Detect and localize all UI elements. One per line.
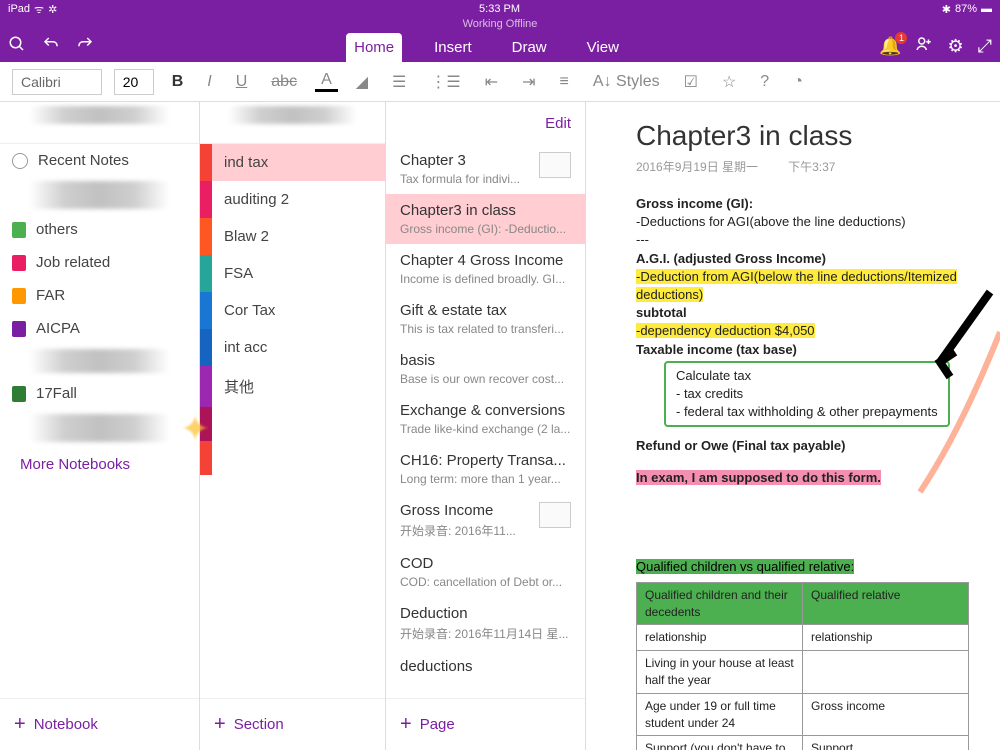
bluetooth-icon: ✱ bbox=[942, 3, 951, 16]
page-item[interactable]: Chapter 3Tax formula for indivi... bbox=[386, 144, 585, 194]
notebook-panel: Recent Notes othersJob relatedFARAICPA 17… bbox=[0, 102, 200, 750]
page-item[interactable]: basisBase is our own recover cost... bbox=[386, 344, 585, 394]
gear-icon[interactable]: ⚙ bbox=[947, 36, 963, 57]
bell-icon[interactable]: 🔔1 bbox=[879, 36, 901, 57]
notebook-item[interactable]: 17Fall bbox=[0, 377, 199, 410]
redo-icon[interactable] bbox=[76, 35, 94, 58]
add-page-button[interactable]: +Page bbox=[386, 698, 585, 750]
notif-badge: 1 bbox=[895, 32, 907, 44]
page-item[interactable]: CH16: Property Transa...Long term: more … bbox=[386, 444, 585, 494]
page-item[interactable]: deductions bbox=[386, 650, 585, 686]
page-item[interactable]: Deduction开始录音: 2016年11月14日 星... bbox=[386, 597, 585, 650]
page-panel: Edit Chapter 3Tax formula for indivi...C… bbox=[386, 102, 586, 750]
add-notebook-button[interactable]: +Notebook bbox=[0, 698, 199, 750]
edit-pages[interactable]: Edit bbox=[545, 115, 571, 132]
tab-insert[interactable]: Insert bbox=[426, 33, 480, 62]
help-button[interactable]: ? bbox=[754, 73, 775, 91]
highlight-button[interactable]: ◢ bbox=[350, 72, 374, 92]
page-item[interactable]: CODCOD: cancellation of Debt or... bbox=[386, 547, 585, 597]
numbered-button[interactable]: ⋮☰ bbox=[424, 72, 466, 92]
section-item[interactable]: FSA bbox=[200, 255, 385, 292]
overflow-button[interactable]: ◔ bbox=[787, 73, 809, 91]
note-title[interactable]: Chapter3 in class bbox=[636, 120, 986, 152]
font-select[interactable]: Calibri bbox=[12, 69, 102, 95]
format-bar: Calibri 20 B I U abc A ◢ ☰ ⋮☰ ⇤ ⇥ ≡ A↓ S… bbox=[0, 62, 1000, 102]
align-button[interactable]: ≡ bbox=[554, 73, 575, 91]
note-meta: 2016年9月19日 星期一下午3:37 bbox=[636, 158, 986, 175]
section-item[interactable]: int acc bbox=[200, 329, 385, 366]
notebook-item[interactable]: others bbox=[0, 213, 199, 246]
qualified-table: Qualified children and their decedentsQu… bbox=[636, 582, 969, 750]
notebook-item[interactable]: FAR bbox=[0, 279, 199, 312]
indent-button[interactable]: ⇥ bbox=[516, 72, 541, 92]
font-color-button[interactable]: A bbox=[315, 71, 338, 92]
note-content[interactable]: Chapter3 in class 2016年9月19日 星期一下午3:37 G… bbox=[586, 102, 1000, 750]
battery-label: 87% bbox=[955, 3, 977, 15]
wifi-icon: ᯤ bbox=[34, 2, 44, 17]
status-time: 5:33 PM bbox=[479, 3, 520, 15]
underline-button[interactable]: U bbox=[230, 73, 254, 91]
section-item[interactable]: Blaw 2 bbox=[200, 218, 385, 255]
add-person-icon[interactable] bbox=[915, 35, 933, 58]
todo-button[interactable]: ☑ bbox=[678, 72, 704, 92]
ink-arrow bbox=[900, 282, 1000, 502]
section-item[interactable]: ind tax bbox=[200, 144, 385, 181]
notebook-icon bbox=[12, 255, 26, 271]
expand-icon[interactable]: ⤢ bbox=[978, 36, 992, 57]
page-item[interactable]: Gross Income开始录音: 2016年11... bbox=[386, 494, 585, 547]
page-item[interactable]: Chapter 4 Gross IncomeIncome is defined … bbox=[386, 244, 585, 294]
bullets-button[interactable]: ☰ bbox=[386, 72, 412, 92]
page-thumb-icon bbox=[539, 502, 571, 528]
recent-notes[interactable]: Recent Notes bbox=[0, 144, 199, 177]
add-section-button[interactable]: +Section bbox=[200, 698, 385, 750]
notebook-item[interactable]: AICPA bbox=[0, 312, 199, 345]
device-label: iPad bbox=[8, 3, 30, 15]
section-panel: ind taxauditing 2Blaw 2FSACor Taxint acc… bbox=[200, 102, 386, 750]
more-notebooks[interactable]: More Notebooks bbox=[0, 446, 199, 483]
status-bar: iPad ᯤ ✲ 5:33 PM ✱ 87% ▬ bbox=[0, 0, 1000, 18]
italic-button[interactable]: I bbox=[201, 73, 217, 91]
tab-draw[interactable]: Draw bbox=[504, 33, 555, 62]
tab-view[interactable]: View bbox=[579, 33, 627, 62]
page-item[interactable]: Chapter3 in classGross income (GI): -Ded… bbox=[386, 194, 585, 244]
section-item[interactable] bbox=[200, 407, 385, 441]
notebook-icon bbox=[12, 222, 26, 238]
clock-icon bbox=[12, 153, 28, 169]
page-item[interactable]: Gift & estate taxThis is tax related to … bbox=[386, 294, 585, 344]
strike-button[interactable]: abc bbox=[265, 73, 303, 91]
ink-mark: ✦ bbox=[180, 408, 210, 450]
sync-icon: ✲ bbox=[48, 3, 57, 16]
section-item[interactable]: 其他 bbox=[200, 366, 385, 407]
subtitle: Working Offline bbox=[0, 18, 1000, 30]
search-icon[interactable] bbox=[8, 35, 26, 58]
battery-icon: ▬ bbox=[981, 3, 992, 15]
outdent-button[interactable]: ⇤ bbox=[479, 72, 504, 92]
page-item[interactable]: Exchange & conversionsTrade like-kind ex… bbox=[386, 394, 585, 444]
notebook-icon bbox=[12, 321, 26, 337]
undo-icon[interactable] bbox=[42, 35, 60, 58]
top-toolbar: Home Insert Draw View 🔔1 ⚙ ⤢ bbox=[0, 30, 1000, 62]
notebook-item[interactable]: Job related bbox=[0, 246, 199, 279]
notebook-icon bbox=[12, 386, 26, 402]
section-item[interactable]: auditing 2 bbox=[200, 181, 385, 218]
font-size-input[interactable]: 20 bbox=[114, 69, 154, 95]
star-button[interactable]: ☆ bbox=[716, 72, 742, 92]
tab-home[interactable]: Home bbox=[346, 33, 402, 62]
notebook-icon bbox=[12, 288, 26, 304]
page-thumb-icon bbox=[539, 152, 571, 178]
section-item[interactable] bbox=[200, 441, 385, 475]
bold-button[interactable]: B bbox=[166, 73, 190, 91]
section-item[interactable]: Cor Tax bbox=[200, 292, 385, 329]
styles-button[interactable]: A↓ Styles bbox=[587, 73, 666, 91]
